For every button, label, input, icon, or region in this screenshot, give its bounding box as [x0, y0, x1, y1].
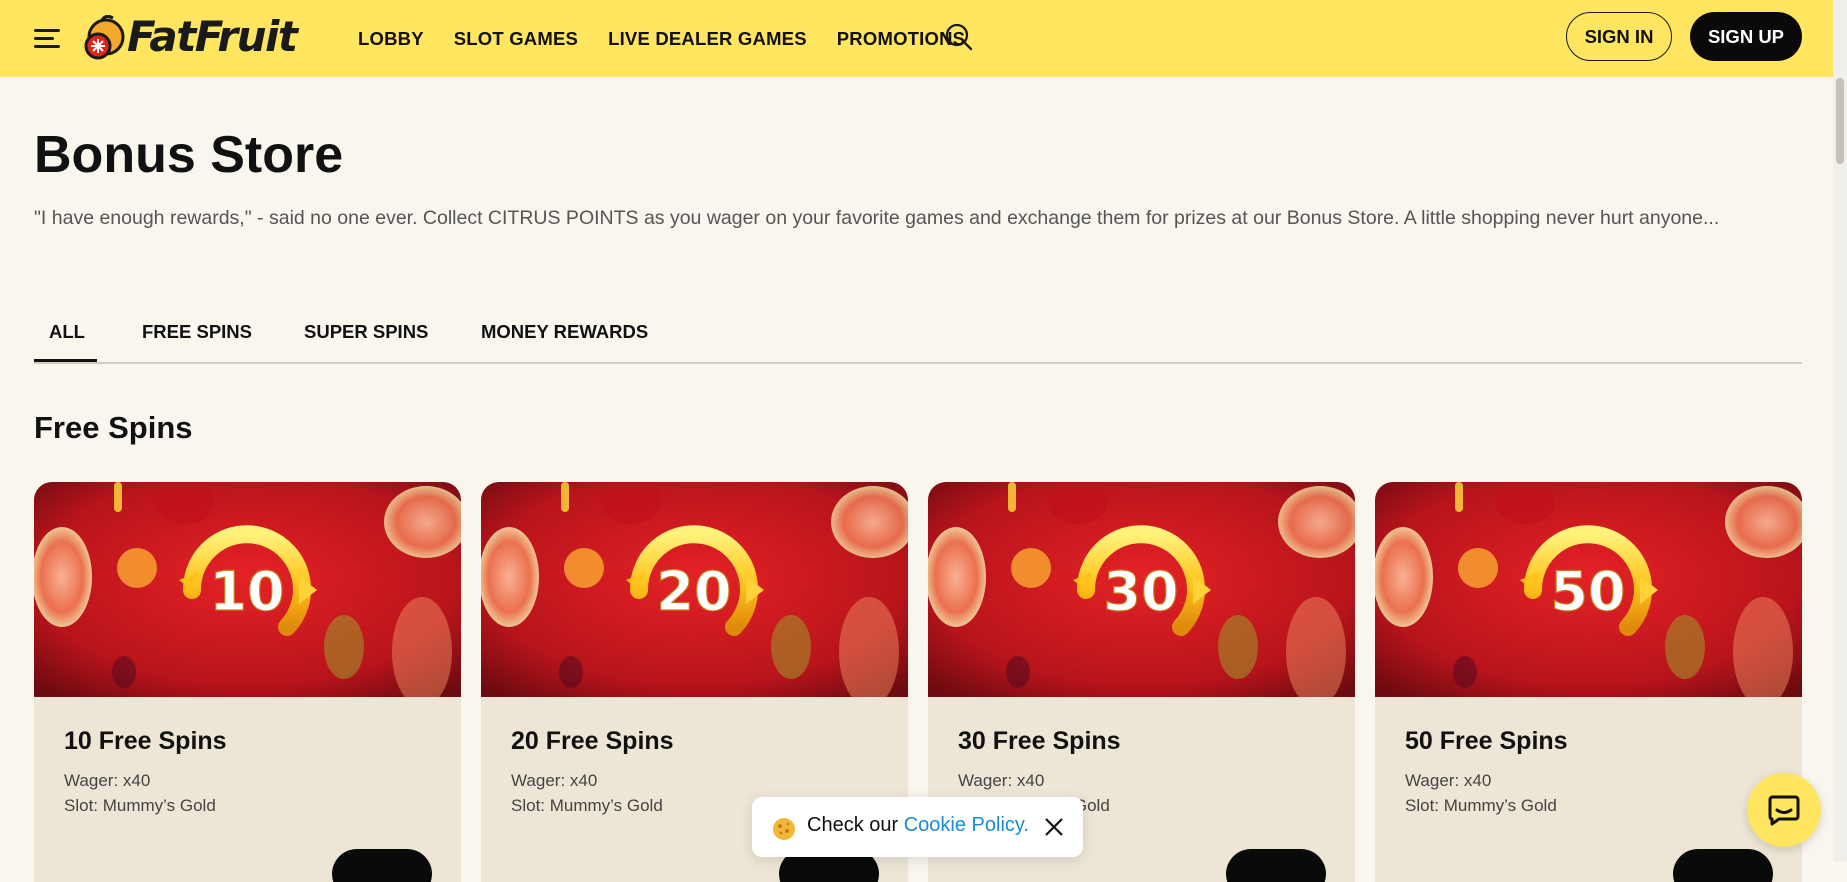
card-banner-image: 30 [928, 482, 1355, 697]
card-wager: Wager: x40 [1405, 771, 1492, 790]
tab-money-rewards[interactable]: MONEY REWARDS [481, 321, 648, 343]
card-action-button[interactable] [1673, 849, 1773, 882]
card-slot: Slot: Mummy’s Gold [64, 796, 216, 815]
card-banner-image: 50 [1375, 482, 1802, 697]
reward-card[interactable]: 50 50 Free Spins Wager: x40 Slot: Mummy’… [1375, 482, 1802, 882]
card-body: 10 Free Spins Wager: x40 Slot: Mummy’s G… [34, 697, 461, 882]
hamburger-menu-icon[interactable] [34, 26, 62, 50]
cookie-policy-link[interactable]: Cookie Policy. [904, 814, 1029, 836]
cookie-text: Check our [807, 814, 904, 836]
sign-up-button[interactable]: SIGN UP [1690, 12, 1802, 61]
page-description: "I have enough rewards," - said no one e… [34, 207, 1720, 229]
close-icon[interactable] [1044, 817, 1064, 837]
card-action-button[interactable] [332, 849, 432, 882]
cookie-icon [773, 818, 795, 840]
card-slot: Slot: Mummy’s Gold [1405, 796, 1557, 815]
nav-lobby[interactable]: LOBBY [358, 28, 424, 50]
card-slot: Slot: Mummy’s Gold [511, 796, 663, 815]
badge-number: 10 [209, 560, 284, 623]
card-banner-image: 10 [34, 482, 461, 697]
cookie-banner: Check our Cookie Policy. [752, 797, 1083, 857]
card-wager: Wager: x40 [64, 771, 151, 790]
badge-number: 50 [1550, 560, 1625, 623]
nav-live-dealer-games[interactable]: LIVE DEALER GAMES [608, 28, 807, 50]
scrollbar-thumb[interactable] [1836, 78, 1844, 164]
card-banner-image: 20 [481, 482, 908, 697]
card-action-button[interactable] [1226, 849, 1326, 882]
card-title: 20 Free Spins [511, 727, 674, 755]
chat-icon [1768, 795, 1800, 826]
card-title: 30 Free Spins [958, 727, 1121, 755]
card-wager: Wager: x40 [511, 771, 598, 790]
logo-fruit-icon [84, 15, 125, 60]
card-title: 50 Free Spins [1405, 727, 1568, 755]
tab-all[interactable]: ALL [49, 321, 85, 343]
live-chat-button[interactable] [1747, 773, 1821, 847]
tab-super-spins[interactable]: SUPER SPINS [304, 321, 428, 343]
sign-in-button[interactable]: SIGN IN [1566, 12, 1672, 61]
card-title: 10 Free Spins [64, 727, 227, 755]
category-tabs: ALL FREE SPINS SUPER SPINS MONEY REWARDS [34, 312, 1802, 364]
badge-number: 30 [1103, 560, 1178, 623]
badge-number: 20 [656, 560, 731, 623]
card-body: 50 Free Spins Wager: x40 Slot: Mummy’s G… [1375, 697, 1802, 882]
page-scrollbar[interactable] [1833, 0, 1847, 861]
fatfruit-logo[interactable]: FatFruit [80, 13, 298, 63]
site-header: FatFruit LOBBY SLOT GAMES LIVE DEALER GA… [0, 0, 1847, 77]
card-wager: Wager: x40 [958, 771, 1045, 790]
section-title-free-spins: Free Spins [34, 410, 193, 445]
page-title: Bonus Store [34, 126, 344, 184]
active-tab-indicator [34, 359, 97, 362]
cookie-message: Check our Cookie Policy. [807, 814, 1029, 837]
logo-wordmark: FatFruit [127, 12, 298, 61]
search-icon[interactable] [944, 22, 974, 52]
tab-free-spins[interactable]: FREE SPINS [142, 321, 252, 343]
main-nav: LOBBY SLOT GAMES LIVE DEALER GAMES PROMO… [358, 0, 965, 77]
reward-card[interactable]: 10 10 Free Spins Wager: x40 Slot: Mummy’… [34, 482, 461, 882]
nav-slot-games[interactable]: SLOT GAMES [454, 28, 578, 50]
